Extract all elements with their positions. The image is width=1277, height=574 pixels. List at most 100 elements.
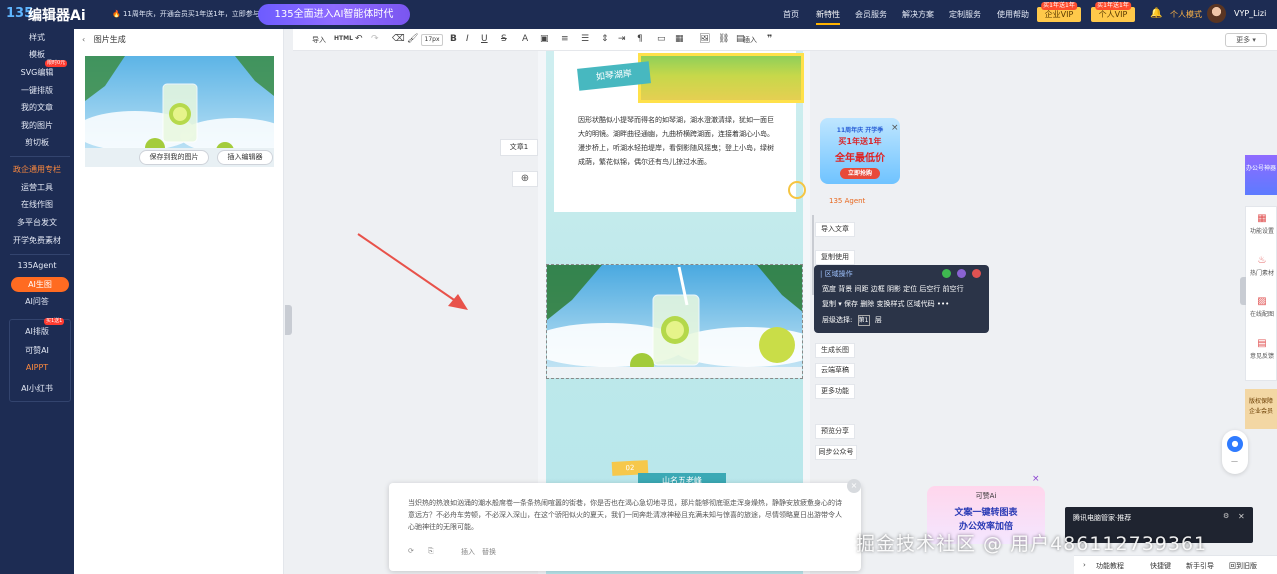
block-before-blank[interactable]: 前空行 [943, 285, 964, 293]
italic-icon[interactable]: I [466, 34, 469, 44]
format-painter-icon[interactable]: 🖌 [407, 34, 418, 44]
sidebar-item-clipboard[interactable]: 剪切板 [0, 137, 74, 148]
paragraph-icon[interactable]: ¶ [637, 34, 643, 44]
sidebar-item-ai-qa[interactable]: AI问答 [0, 296, 74, 307]
nav-home[interactable]: 首页 [783, 9, 799, 20]
toolbar-more-button[interactable]: 更多 ▾ [1225, 33, 1267, 47]
import-article-button[interactable]: 导入文章 [815, 222, 855, 237]
help-icon[interactable] [957, 269, 966, 278]
nav-new-features[interactable]: 新特性 [816, 9, 840, 25]
nav-help[interactable]: 使用帮助 [997, 9, 1029, 20]
close-icon[interactable]: × [847, 479, 861, 493]
rail-feedback[interactable]: ▤ 意见反馈 [1246, 338, 1277, 360]
sidebar-item-my-images[interactable]: 我的图片 [0, 120, 74, 131]
guide-link[interactable]: 新手引导 [1186, 561, 1214, 571]
block-border[interactable]: 边框 [871, 285, 885, 293]
block-code[interactable]: 区域代码 [907, 300, 935, 308]
undo-icon[interactable]: ↶ [355, 34, 363, 44]
preview-share-button[interactable]: 预览分享 [815, 424, 855, 439]
popup-replace-button[interactable]: 替换 [482, 547, 496, 557]
toolbar-import[interactable]: 导入 [312, 35, 326, 45]
rice-field-image[interactable] [638, 53, 804, 103]
block-shadow[interactable]: 阴影 [887, 285, 901, 293]
sidebar-item-ai-layout[interactable]: AI排版 [0, 326, 74, 337]
logo-text[interactable]: 编辑器Ai [28, 5, 86, 25]
close-notification-icon[interactable]: ✕ [1238, 512, 1245, 521]
list-icon[interactable]: ☰ [581, 34, 589, 44]
personal-mode-toggle[interactable]: 个人模式 [1170, 9, 1202, 20]
sync-wechat-button[interactable]: 同步公众号 [815, 445, 857, 460]
back-chevron-icon[interactable]: ‹ [82, 35, 85, 44]
floating-assistant[interactable]: ● — [1222, 430, 1248, 474]
align-icon[interactable]: ≡ [561, 34, 569, 44]
line-height-icon[interactable]: ⇕ [601, 34, 609, 44]
sidebar-item-styles[interactable]: 样式 [0, 32, 74, 43]
promo-banner[interactable]: 135全面进入AI智能体时代 [258, 4, 410, 25]
chevron-down-icon[interactable]: ▾ [838, 300, 842, 308]
sidebar-item-ops-tools[interactable]: 运营工具 [0, 182, 74, 193]
block-save[interactable]: 保存 [844, 300, 858, 308]
expand-icon[interactable]: › [1083, 561, 1086, 569]
toolbar-html[interactable]: HTML [334, 35, 353, 42]
sidebar-item-multi-platform[interactable]: 多平台发文 [0, 217, 74, 228]
sidebar-item-free-materials[interactable]: 开学免费素材 [0, 235, 74, 246]
sidebar-section-gov[interactable]: 政企通用专栏 [0, 164, 74, 175]
block-delete[interactable]: 删除 [860, 300, 874, 308]
agent-link[interactable]: 135 Agent [829, 197, 865, 205]
block-width[interactable]: 宽度 [822, 285, 836, 293]
selected-image-block[interactable] [546, 264, 803, 379]
panel-collapse-handle[interactable] [285, 305, 292, 335]
quote-icon[interactable]: ❞ [767, 34, 772, 44]
block-copy[interactable]: 复制 [822, 300, 836, 308]
announcement-text[interactable]: 🔥 11周年庆，开通会员买1年送1年，立即参与 [112, 9, 260, 19]
close-block-icon[interactable] [972, 269, 981, 278]
enterprise-vip-button[interactable]: 买1年送1年 企业VIP [1037, 2, 1081, 22]
avatar[interactable] [1207, 4, 1226, 23]
highlight-icon[interactable]: ▣ [540, 34, 549, 44]
close-kezan-icon[interactable]: × [1032, 474, 1040, 484]
table-icon[interactable]: ▦ [675, 34, 684, 44]
tutorial-link[interactable]: 功能教程 [1096, 561, 1124, 571]
sidebar-item-ai-image[interactable]: AI生图 [11, 277, 69, 292]
sidebar-item-svg-editor[interactable]: SVG编辑 [0, 67, 74, 78]
block-change-style[interactable]: 变换样式 [876, 300, 904, 308]
sidebar-item-templates[interactable]: 模板 [0, 49, 74, 60]
border-icon[interactable]: ▭ [657, 34, 666, 44]
more-features-button[interactable]: 更多功能 [815, 384, 855, 399]
document-tab[interactable]: 文章1 [500, 139, 538, 156]
underline-icon[interactable]: U [481, 34, 488, 44]
sidebar-item-my-articles[interactable]: 我的文章 [0, 102, 74, 113]
old-version-link[interactable]: 回到旧版 [1229, 561, 1257, 571]
sidebar-item-kezan-ai[interactable]: 可赞AI [0, 345, 74, 356]
add-document-icon[interactable]: ⊕ [512, 171, 538, 187]
sidebar-item-ai-xiaohongshu[interactable]: AI小红书 [0, 383, 74, 394]
rail-enterprise-promo[interactable]: 版权保障 企业会员 [1245, 389, 1277, 429]
close-ad-icon[interactable]: × [891, 123, 899, 133]
link-icon[interactable]: ⛓ [718, 34, 729, 44]
ad-buy-button[interactable]: 立即抢购 [840, 168, 880, 179]
toolbar-insert[interactable]: 插入 [743, 35, 757, 45]
personal-vip-button[interactable]: 买1年送1年 个人VIP [1091, 2, 1135, 22]
right-panel-handle[interactable] [1240, 277, 1246, 305]
sidebar-item-aippt[interactable]: AIPPT [0, 363, 74, 372]
eraser-icon[interactable]: ⌫ [392, 34, 405, 44]
popup-insert-button[interactable]: 插入 [461, 547, 475, 557]
popup-generated-text[interactable]: 当炽热的热浪如汹涌的潮水般席卷一条条热闹喧嚣的街巷，你是否也在渴心急切地寻觅，那… [408, 497, 846, 533]
font-size-select[interactable]: 17px [421, 34, 443, 46]
rail-hot-materials[interactable]: ♨ 热门素材 [1246, 255, 1277, 277]
block-background[interactable]: 背景 [838, 285, 852, 293]
block-spacing[interactable]: 间距 [854, 285, 868, 293]
save-to-my-images-button[interactable]: 保存到我的图片 [139, 150, 209, 165]
nav-membership[interactable]: 会员服务 [855, 9, 887, 20]
promo-ad[interactable]: 11周年庆 开学季 买1年送1年 全年最低价 立即抢购 [820, 118, 900, 184]
article-card[interactable]: 如琴湖岸 因形状酷似小提琴而得名的如琴湖，湖水澄澈清绿，犹如一面巨大的明镜。湖畔… [554, 51, 806, 212]
rail-online-images[interactable]: ▨ 在线配图 [1246, 296, 1277, 318]
sidebar-item-agent[interactable]: 135Agent [0, 261, 74, 270]
block-after-blank[interactable]: 后空行 [919, 285, 940, 293]
nav-custom-service[interactable]: 定制服务 [949, 9, 981, 20]
rail-promo[interactable]: 办公号神器 [1245, 155, 1277, 195]
redo-icon[interactable]: ↷ [371, 34, 379, 44]
collapse-icon[interactable]: — [1231, 457, 1238, 465]
article-body-text[interactable]: 因形状酷似小提琴而得名的如琴湖，湖水澄澈清绿，犹如一面巨大的明镜。湖畔曲径通幽，… [578, 113, 778, 169]
strikethrough-icon[interactable]: S [501, 34, 507, 44]
